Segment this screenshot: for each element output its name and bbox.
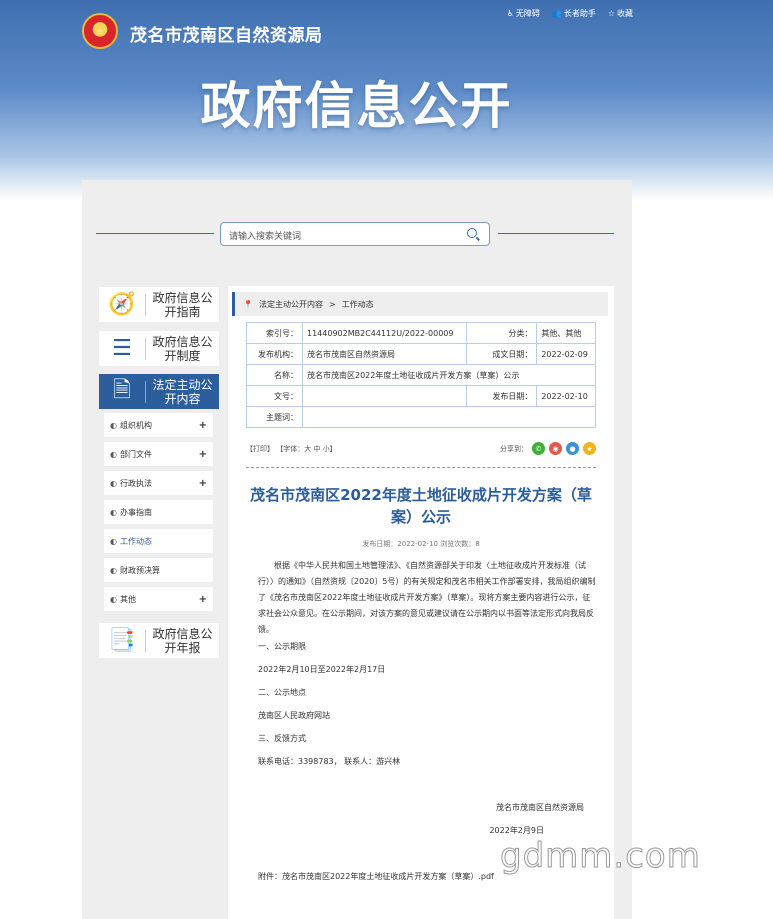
divider (498, 233, 614, 234)
section-body: 茂南区人民政府网站 (258, 711, 330, 720)
section-title: 一、公示期限 (258, 642, 306, 651)
search-area: 请输入搜索关键词 (96, 222, 614, 246)
national-emblem-icon: ★ (82, 13, 118, 49)
star-icon: ☆ (607, 9, 615, 18)
sidebar-sub-law[interactable]: ◐ 行政执法 + (104, 471, 213, 495)
wechat-icon[interactable]: ✆ (532, 442, 545, 455)
expand-icon[interactable]: + (199, 594, 207, 605)
sidebar-item-report[interactable]: 📑 政府信息公开年报 (99, 623, 219, 658)
print-font-controls[interactable]: 【打印】 【字体：大 中 小】 (246, 444, 337, 454)
search-icon[interactable] (467, 228, 477, 238)
bullet-icon: ◐ (110, 478, 117, 488)
divider (246, 467, 596, 468)
section-body: 联系电话：3398783， 联系人：游兴林 (258, 757, 401, 766)
sidebar-sub-org[interactable]: ◐ 组织机构 + (104, 413, 213, 437)
bullet-icon: ◐ (110, 565, 117, 575)
article-title: 茂名市茂南区2022年度土地征收成片开发方案（草案）公示 (250, 486, 592, 526)
bullet-icon: ◐ (110, 507, 117, 517)
divider (96, 233, 214, 234)
metadata-table: 索引号： 11440902MB2C44112U/2022-00009 分类： 其… (246, 322, 596, 428)
favorite-link[interactable]: ☆ 收藏 (608, 8, 633, 19)
section-body: 2022年2月10日至2022年2月17日 (258, 665, 386, 674)
section-title: 三、反馈方式 (258, 734, 306, 743)
bullet-icon: ◐ (110, 536, 117, 546)
elder-helper-icon: 👥 (551, 9, 562, 18)
expand-icon[interactable]: + (199, 420, 207, 431)
share-bar: 分享到： ✆ ◉ ● ★ (500, 442, 596, 455)
bullet-icon: ◐ (110, 594, 117, 604)
article-panel: 📍 法定主动公开内容 > 工作动态 索引号： 11440902MB2C44112… (228, 286, 614, 919)
accessibility-link[interactable]: ♿ 无障碍 (507, 8, 540, 19)
banner-title: 政府信息公开 (200, 77, 513, 135)
location-pin-icon: 📍 (243, 299, 253, 309)
expand-icon[interactable]: + (199, 478, 207, 489)
sidebar-item-content[interactable]: 🗎 法定主动公开内容 (99, 374, 219, 409)
breadcrumb-level2[interactable]: 工作动态 (342, 299, 374, 310)
site-title[interactable]: 茂名市茂南区自然资源局 (130, 21, 323, 46)
signature-org: 茂名市茂南区自然资源局 (496, 803, 584, 812)
breadcrumb-level1[interactable]: 法定主动公开内容 (259, 299, 323, 310)
sidebar-sub-news[interactable]: ◐ 工作动态 (104, 529, 213, 553)
sidebar-sub-other[interactable]: ◐ 其他 + (104, 587, 213, 611)
sidebar-sub-guide[interactable]: ◐ 办事指南 (104, 500, 213, 524)
annual-report-icon: 📑 (108, 628, 136, 653)
watermark: gdmm.com (500, 836, 701, 877)
weibo-icon[interactable]: ◉ (549, 442, 562, 455)
sidebar-sub-budget[interactable]: ◐ 财政预决算 (104, 558, 213, 582)
search-input[interactable]: 请输入搜索关键词 (220, 222, 490, 246)
qq-icon[interactable]: ● (566, 442, 579, 455)
accessibility-icon: ♿ (506, 9, 514, 18)
sidebar-sub-docs[interactable]: ◐ 部门文件 + (104, 442, 213, 466)
document-icon: 🗎 (113, 377, 131, 403)
article-info: 发布日期：2022-02-10 浏览次数：8 (362, 540, 480, 548)
breadcrumb: 📍 法定主动公开内容 > 工作动态 (232, 292, 608, 316)
section-title: 二、公示地点 (258, 688, 306, 697)
document-list-icon: ☰ (112, 336, 132, 361)
qzone-icon[interactable]: ★ (583, 442, 596, 455)
sidebar-item-system[interactable]: ☰ 政府信息公开制度 (99, 331, 219, 366)
elder-helper-link[interactable]: 👥 长者助手 (552, 8, 596, 19)
top-links: ♿ 无障碍 👥 长者助手 ☆ 收藏 (507, 8, 633, 19)
bullet-icon: ◐ (110, 420, 117, 430)
expand-icon[interactable]: + (199, 449, 207, 460)
compass-icon: 🧭 (108, 292, 136, 317)
bullet-icon: ◐ (110, 449, 117, 459)
article-intro: 根据《中华人民共和国土地管理法》、《自然资源部关于印发〈土地征收成片开发标准（试… (258, 561, 596, 634)
header-banner: ★ 茂名市茂南区自然资源局 ♿ 无障碍 👥 长者助手 ☆ 收藏 政府信息公开 (0, 0, 773, 200)
sidebar-item-guide[interactable]: 🧭 政府信息公开指南 (99, 287, 219, 322)
article-tools: 【打印】 【字体：大 中 小】 分享到： ✆ ◉ ● ★ (246, 442, 596, 455)
